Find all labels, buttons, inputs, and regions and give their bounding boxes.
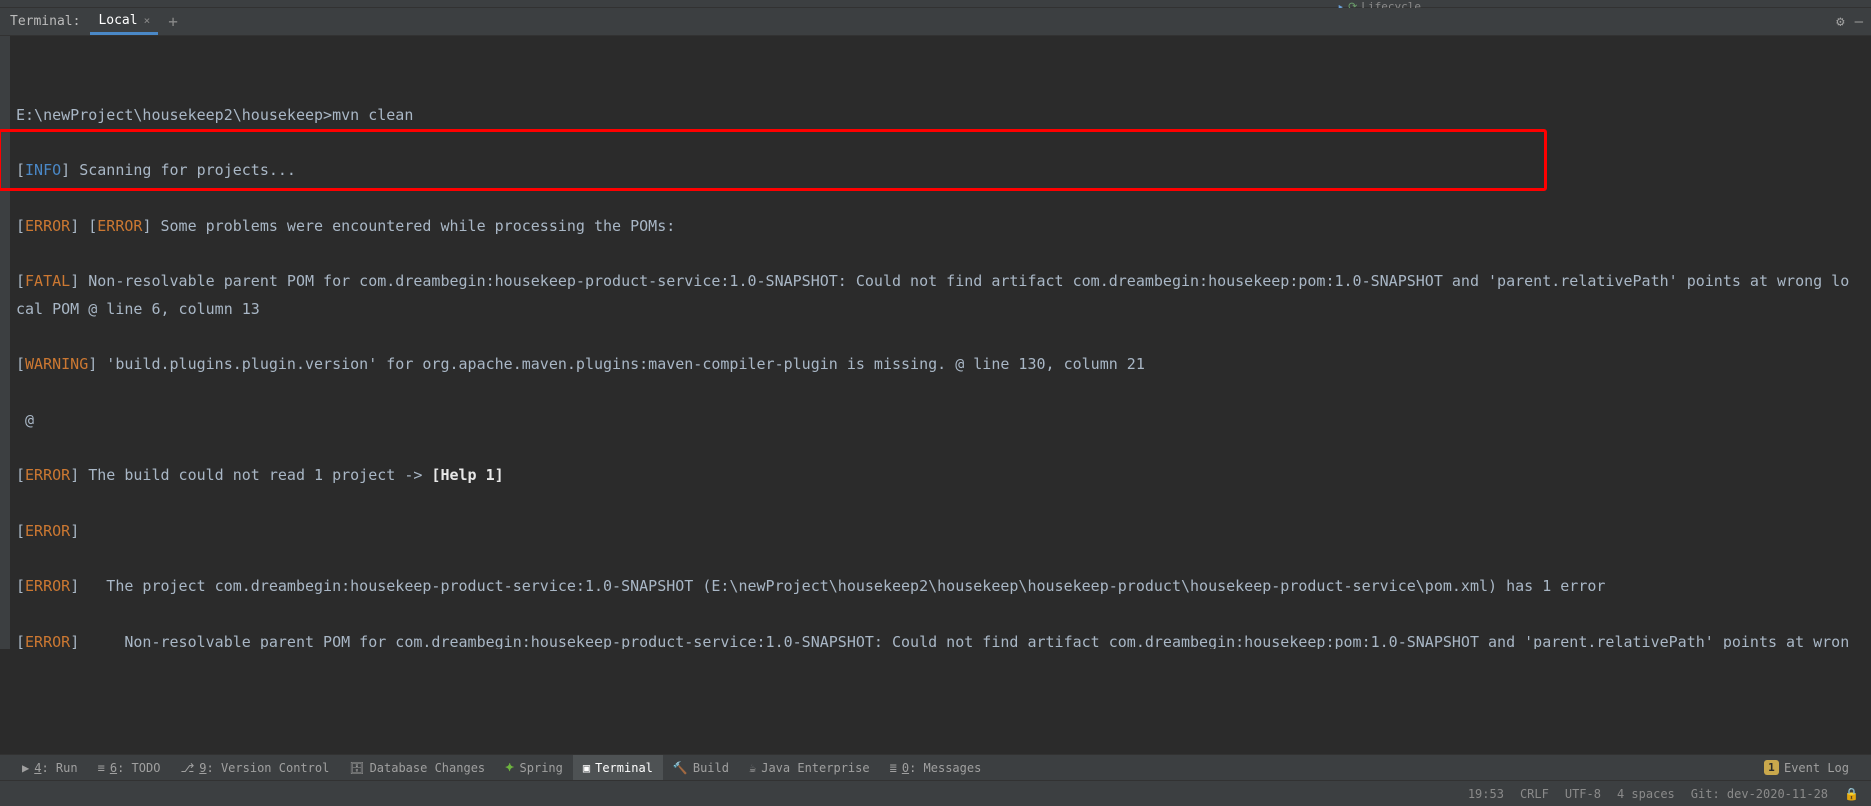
log-tag-fatal: FATAL — [25, 272, 70, 290]
tool-build[interactable]: 🔨 Build — [663, 755, 739, 780]
gear-icon[interactable]: ⚙ — [1836, 14, 1844, 30]
database-icon: 🗄 — [349, 761, 364, 775]
log-tag-error: ERROR — [25, 522, 70, 540]
branch-icon: ⎇ — [180, 761, 194, 775]
toolbar-label: Database Changes — [370, 761, 486, 775]
tool-todo[interactable]: ≡ 6: TODO — [88, 755, 171, 780]
log-text: Non-resolvable parent POM for com.dreamb… — [16, 633, 1849, 649]
list-icon: ≡ — [98, 761, 105, 775]
java-ee-icon: ☕ — [749, 761, 756, 775]
play-icon: ▶ — [22, 761, 29, 775]
tool-spring[interactable]: ⯌ Spring — [495, 755, 573, 780]
log-text: @ — [16, 411, 34, 429]
lock-icon[interactable]: 🔒 — [1844, 787, 1859, 801]
log-tag-info: INFO — [25, 161, 61, 179]
toolbar-label: Spring — [520, 761, 563, 775]
tool-version-control[interactable]: ⎇ 9: Version Control — [170, 755, 339, 780]
log-text: Some problems were encountered while pro… — [151, 217, 675, 235]
close-icon[interactable]: × — [144, 14, 151, 27]
log-tag-error: ERROR — [25, 217, 70, 235]
log-text: Scanning for projects... — [70, 161, 296, 179]
toolbar-label: Java Enterprise — [761, 761, 869, 775]
hotkey: 9 — [199, 761, 206, 775]
log-tag-error: ERROR — [25, 577, 70, 595]
command-text: mvn clean — [332, 106, 413, 124]
status-encoding[interactable]: UTF-8 — [1565, 787, 1601, 801]
toolbar-label: Event Log — [1784, 761, 1849, 775]
prompt-text: E:\newProject\housekeep2\housekeep> — [16, 106, 332, 124]
minimize-icon[interactable]: — — [1855, 14, 1863, 30]
terminal-icon: ▣ — [583, 761, 590, 775]
log-tag-error: ERROR — [97, 217, 142, 235]
log-tag-error: ERROR — [25, 633, 70, 649]
tab-label: Local — [98, 13, 137, 28]
bottom-tool-window-bar: ▶ 4: Run ≡ 6: TODO ⎇ 9: Version Control … — [0, 754, 1871, 780]
toolbar-label: Run — [56, 761, 78, 775]
status-cursor-pos[interactable]: 19:53 — [1468, 787, 1504, 801]
status-indent[interactable]: 4 spaces — [1617, 787, 1675, 801]
hotkey: 0 — [902, 761, 909, 775]
toolbar-label: Build — [693, 761, 729, 775]
terminal-panel-label: Terminal: — [0, 14, 90, 29]
toolbar-label: Messages — [924, 761, 982, 775]
log-text: The build could not read 1 project -> — [79, 466, 431, 484]
tool-java-enterprise[interactable]: ☕ Java Enterprise — [739, 755, 880, 780]
hotkey: 4 — [34, 761, 41, 775]
tool-event-log[interactable]: 1 Event Log — [1754, 755, 1859, 780]
tool-terminal[interactable]: ▣ Terminal — [573, 755, 663, 780]
help-ref: [Help 1] — [431, 466, 503, 484]
tool-database-changes[interactable]: 🗄 Database Changes — [339, 755, 495, 780]
spring-icon: ⯌ — [505, 760, 514, 775]
log-tag-error: ERROR — [25, 466, 70, 484]
messages-icon: ≣ — [890, 761, 897, 775]
toolbar-label: Version Control — [221, 761, 329, 775]
status-git-branch[interactable]: Git: dev-2020-11-28 — [1691, 787, 1828, 801]
tool-run[interactable]: ▶ 4: Run — [12, 755, 88, 780]
log-tag-warning: WARNING — [25, 355, 88, 373]
toolbar-label: Terminal — [595, 761, 653, 775]
toolbar-label: TODO — [132, 761, 161, 775]
log-text: The project com.dreambegin:housekeep-pro… — [79, 577, 1605, 595]
terminal-tab-bar: Terminal: Local × + ⚙ — — [0, 8, 1871, 36]
hammer-icon: 🔨 — [673, 761, 688, 775]
terminal-output[interactable]: E:\newProject\housekeep2\housekeep>mvn c… — [0, 36, 1871, 649]
status-line-separator[interactable]: CRLF — [1520, 787, 1549, 801]
event-badge: 1 — [1764, 760, 1779, 775]
hotkey: 6 — [110, 761, 117, 775]
log-text: 'build.plugins.plugin.version' for org.a… — [97, 355, 1145, 373]
new-tab-button[interactable]: + — [158, 12, 188, 31]
tool-messages[interactable]: ≣ 0: Messages — [880, 755, 992, 780]
tab-local[interactable]: Local × — [90, 8, 158, 35]
status-bar: 19:53 CRLF UTF-8 4 spaces Git: dev-2020-… — [0, 780, 1871, 806]
log-text: Non-resolvable parent POM for com.dreamb… — [16, 272, 1849, 318]
